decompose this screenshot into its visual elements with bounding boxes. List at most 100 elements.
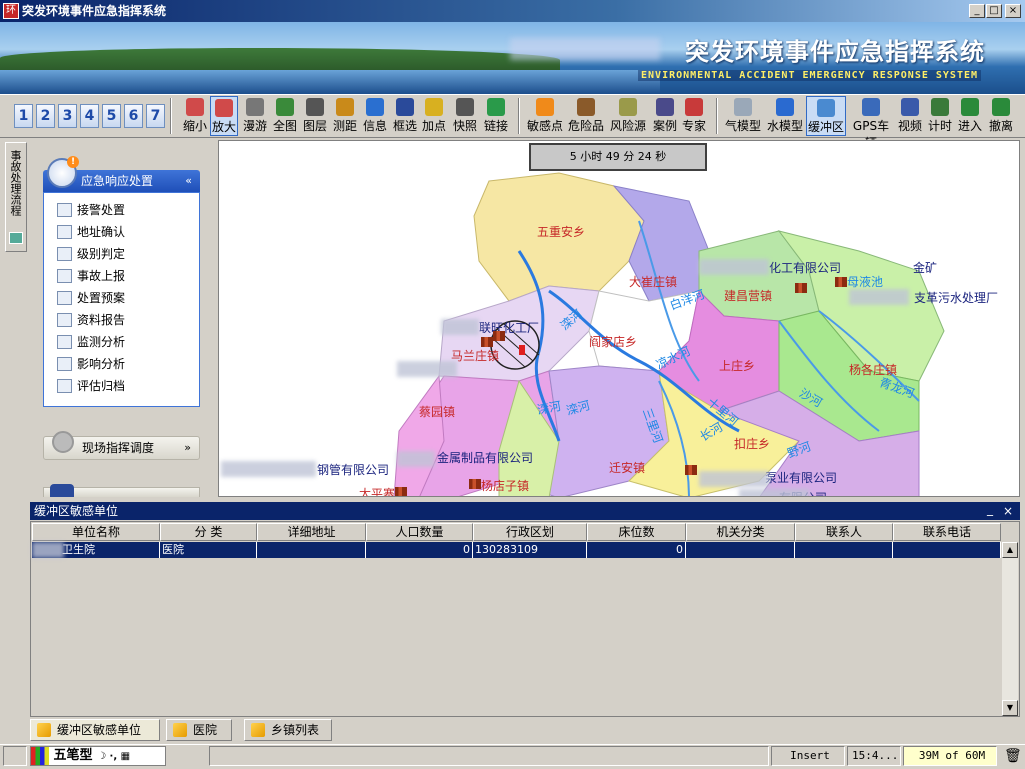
minimize-button[interactable]: _ bbox=[969, 4, 985, 18]
collapse-icon[interactable]: « bbox=[185, 170, 192, 192]
grid-scrollbar[interactable] bbox=[1002, 542, 1018, 716]
factory-icon[interactable] bbox=[795, 283, 807, 293]
rss-icon bbox=[536, 98, 554, 116]
bottom-tab-1[interactable]: 医院 bbox=[166, 719, 232, 741]
panel2-label: 现场指挥调度 bbox=[82, 441, 155, 455]
panel-item-0[interactable]: 接警处置 bbox=[55, 200, 125, 220]
tool-globe-button[interactable]: 全图 bbox=[271, 96, 299, 136]
exit-icon bbox=[992, 98, 1010, 116]
number-button-1[interactable]: 1 bbox=[14, 104, 33, 128]
pan-hand-icon bbox=[246, 98, 264, 116]
tool-label: 漫游 bbox=[242, 119, 267, 133]
column-header[interactable]: 详细地址 bbox=[257, 523, 366, 541]
tool-label: 气模型 bbox=[724, 119, 761, 133]
tool-car-button[interactable]: GPS车辆 bbox=[848, 96, 894, 150]
picture-icon bbox=[9, 232, 23, 244]
tool-box-select-button[interactable]: 框选 bbox=[391, 96, 419, 136]
incident-marker[interactable] bbox=[519, 345, 525, 355]
bottom-tab-2[interactable]: 乡镇列表 bbox=[244, 719, 332, 741]
ime-extras: ☽ ·, ▦ bbox=[97, 751, 131, 762]
tool-label: 进入 bbox=[957, 119, 982, 133]
map-canvas[interactable] bbox=[219, 141, 1020, 497]
number-button-6[interactable]: 6 bbox=[124, 104, 143, 128]
tool-cloud-button[interactable]: 气模型 bbox=[724, 96, 762, 136]
panel-item-4[interactable]: 处置预案 bbox=[55, 288, 125, 308]
number-button-4[interactable]: 4 bbox=[80, 104, 99, 128]
status-memory: 39M of 60M bbox=[903, 746, 997, 766]
factory-icon[interactable] bbox=[835, 277, 847, 287]
map-view[interactable]: 五重安乡 大崔庄镇 化工有限公司 金矿 建昌营镇 支革污水处理厂 白洋河 联旺化工厂 阎家店乡马… bbox=[218, 140, 1020, 497]
ime-indicator[interactable]: 五笔型 ☽ ·, ▦ bbox=[30, 746, 166, 766]
tool-ruler-button[interactable]: 测距 bbox=[331, 96, 359, 136]
table-cell[interactable]: 130283109 bbox=[473, 542, 587, 558]
tool-camera-button[interactable]: 快照 bbox=[451, 96, 479, 136]
column-header[interactable]: 人口数量 bbox=[366, 523, 473, 541]
panel-item-1[interactable]: 地址确认 bbox=[55, 222, 125, 242]
tool-timer-button[interactable]: 计时 bbox=[926, 96, 954, 136]
bottom-panel-close[interactable]: × bbox=[1003, 502, 1013, 520]
tab-broom-icon bbox=[251, 723, 265, 737]
map-label: 金属制品有限公司 bbox=[437, 451, 534, 465]
maximize-button[interactable]: □ bbox=[986, 4, 1002, 18]
column-header[interactable]: 机关分类 bbox=[686, 523, 795, 541]
tool-info-button[interactable]: 信息 bbox=[361, 96, 389, 136]
tool-enter-button[interactable]: 进入 bbox=[956, 96, 984, 136]
tool-water-model-button[interactable]: 水模型 bbox=[765, 96, 805, 136]
bottom-tab-0[interactable]: 缓冲区敏感单位 bbox=[30, 719, 160, 741]
tool-rss-button[interactable]: 敏感点 bbox=[526, 96, 564, 136]
column-header[interactable]: 床位数 bbox=[587, 523, 686, 541]
tool-case-button[interactable]: 案例 bbox=[651, 96, 679, 136]
tool-pan-hand-button[interactable]: 漫游 bbox=[241, 96, 269, 136]
table-cell[interactable] bbox=[257, 542, 366, 558]
panel-item-5[interactable]: 资料报告 bbox=[55, 310, 125, 330]
factory-icon[interactable] bbox=[395, 487, 407, 496]
scroll-down-button[interactable]: ▼ bbox=[1002, 700, 1018, 716]
table-cell[interactable]: 0 bbox=[587, 542, 686, 558]
tool-hazard-button[interactable]: 危险品 bbox=[566, 96, 606, 136]
tool-add-point-button[interactable]: 加点 bbox=[420, 96, 448, 136]
panel-item-6[interactable]: 监测分析 bbox=[55, 332, 125, 352]
panel-item-3[interactable]: 事故上报 bbox=[55, 266, 125, 286]
column-header[interactable]: 联系电话 bbox=[893, 523, 1001, 541]
factory-icon[interactable] bbox=[685, 465, 697, 475]
tool-link-button[interactable]: 链接 bbox=[481, 96, 511, 136]
table-cell[interactable]: 0 bbox=[366, 542, 473, 558]
scroll-up-button[interactable]: ▲ bbox=[1002, 542, 1018, 558]
number-button-3[interactable]: 3 bbox=[58, 104, 77, 128]
clock-alert-icon: ! bbox=[47, 156, 79, 188]
panel-item-icon bbox=[57, 335, 72, 349]
table-cell[interactable]: 医院 bbox=[160, 542, 257, 558]
table-cell[interactable] bbox=[795, 542, 893, 558]
tool-video-button[interactable]: 视频 bbox=[896, 96, 924, 136]
factory-icon[interactable] bbox=[493, 331, 505, 341]
column-header[interactable]: 单位名称 bbox=[32, 523, 160, 541]
redacted-area bbox=[739, 489, 809, 496]
factory-icon[interactable] bbox=[469, 479, 481, 489]
panel-header-label: 应急响应处置 bbox=[81, 174, 154, 188]
tool-buffer-button[interactable]: 缓冲区 bbox=[806, 96, 846, 136]
panel-item-2[interactable]: 级别判定 bbox=[55, 244, 125, 264]
panel-item-7[interactable]: 影响分析 bbox=[55, 354, 125, 374]
table-cell[interactable] bbox=[893, 542, 1001, 558]
column-header[interactable]: 联系人 bbox=[795, 523, 893, 541]
table-cell[interactable] bbox=[686, 542, 795, 558]
bottom-panel-minimize[interactable]: _ bbox=[987, 500, 993, 518]
camera-icon bbox=[456, 98, 474, 116]
tool-eye-button[interactable]: 图层 bbox=[301, 96, 329, 136]
tool-zoom-in-button[interactable]: 放大 bbox=[210, 96, 238, 136]
trash-icon[interactable]: 🗑 bbox=[1004, 748, 1022, 764]
number-button-7[interactable]: 7 bbox=[146, 104, 165, 128]
expand-icon[interactable]: » bbox=[184, 437, 191, 459]
column-header[interactable]: 分 类 bbox=[160, 523, 257, 541]
factory-icon[interactable] bbox=[481, 337, 493, 347]
tool-exit-button[interactable]: 撤离 bbox=[986, 96, 1016, 136]
number-button-2[interactable]: 2 bbox=[36, 104, 55, 128]
panel-item-8[interactable]: 评估归档 bbox=[55, 376, 125, 396]
close-button[interactable]: × bbox=[1005, 4, 1021, 18]
number-button-5[interactable]: 5 bbox=[102, 104, 121, 128]
video-icon bbox=[901, 98, 919, 116]
tool-zoom-out-button[interactable]: 缩小 bbox=[181, 96, 209, 136]
tool-expert-button[interactable]: 专家 bbox=[680, 96, 708, 136]
column-header[interactable]: 行政区划 bbox=[473, 523, 587, 541]
tool-risk-source-button[interactable]: 风险源 bbox=[608, 96, 648, 136]
